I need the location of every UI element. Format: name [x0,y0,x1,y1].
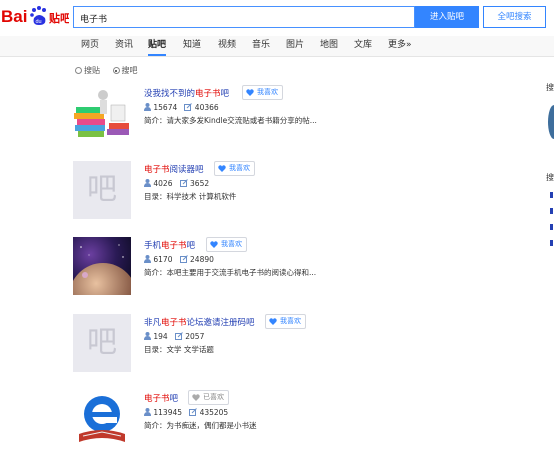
result-description: 简介：为书痴迷，偶们都是小书迷 [144,421,257,430]
like-button[interactable]: 我喜欢 [214,161,255,176]
post-icon [184,103,193,111]
post-count: 40366 [194,103,219,112]
heart-icon [218,165,226,172]
books-thumbnail[interactable] [73,85,131,143]
post-count: 435205 [199,408,229,417]
result-title-link[interactable]: 非凡电子书论坛邀请注册码吧 [144,316,255,328]
result-stats: 6170 24890 [144,255,214,264]
liked-button[interactable]: 已喜欢 [188,390,229,405]
result-item: 吧 电子书阅读器吧 我喜欢 4026 3652 目录：科学技术 计算机软件 [73,161,403,221]
result-description: 简介：本吧主要用于交流手机电子书的阅读心得和... [144,268,317,277]
placeholder-thumbnail[interactable]: 吧 [73,314,131,372]
tab-zhidao[interactable]: 知道 [183,36,201,56]
sidebar-link[interactable] [550,192,553,198]
member-count: 15674 [153,103,178,112]
search-box [73,6,415,30]
result-item: 吧 非凡电子书论坛邀请注册码吧 我喜欢 194 2057 目录：文学 文学话题 [73,314,403,374]
tab-map[interactable]: 地图 [320,36,338,56]
member-count: 4026 [153,179,173,188]
search-input[interactable] [74,10,406,30]
like-button[interactable]: 我喜欢 [242,85,283,100]
like-button[interactable]: 我喜欢 [265,314,306,329]
tab-news[interactable]: 资讯 [115,36,133,56]
post-icon [179,179,188,187]
radio-circle-icon [75,67,82,74]
result-stats: 113945 435205 [144,408,228,417]
category-nav: 网页 资讯 贴吧 知道 视频 音乐 图片 地图 文库 更多» [0,36,554,57]
heart-icon [192,394,200,401]
result-description: 简介：请大家多发Kindle交流贴或者书籍分享的帖... [144,116,317,125]
member-icon [144,179,151,187]
like-button[interactable]: 我喜欢 [206,237,247,252]
svg-text:du: du [36,19,42,25]
post-icon [179,255,188,263]
tab-music[interactable]: 音乐 [252,36,270,56]
sidebar-heading: 搜 [546,173,554,182]
result-item: 电子书吧 已喜欢 113945 435205 简介：为书痴迷，偶们都是小书迷 [73,390,403,450]
post-count: 24890 [190,255,214,264]
search-type-filter: 搜贴 搜吧 [75,65,138,76]
ebook-e-logo-thumbnail[interactable] [73,390,131,448]
all-tieba-search-button[interactable]: 全吧搜索 [483,6,546,28]
tab-web[interactable]: 网页 [81,36,99,56]
heart-icon [269,318,277,325]
svg-text:贴吧: 贴吧 [48,11,69,25]
space-thumbnail[interactable] [73,237,131,295]
sidebar-link[interactable] [550,224,553,230]
result-category: 目录：文学 文学话题 [144,345,214,354]
result-item: 手机电子书吧 我喜欢 6170 24890 简介：本吧主要用于交流手机电子书的阅… [73,237,403,297]
radio-label: 搜贴 [84,66,100,75]
result-stats: 15674 40366 [144,103,219,112]
member-count: 194 [153,332,168,341]
member-count: 113945 [153,408,183,417]
sidebar-avatar[interactable] [548,105,554,139]
post-count: 2057 [185,332,205,341]
post-icon [174,332,183,340]
placeholder-thumbnail[interactable]: 吧 [73,161,131,219]
sidebar-heading: 搜 [546,83,554,92]
sidebar-link[interactable] [550,240,553,246]
result-title-link[interactable]: 没我找不到的电子书吧 [144,87,229,99]
member-icon [144,103,151,111]
sidebar-link[interactable] [550,208,553,214]
radio-label: 搜吧 [121,66,138,75]
result-item: 没我找不到的电子书吧 我喜欢 15674 40366 简介：请大家多发Kindl… [73,85,403,145]
tab-more[interactable]: 更多» [388,36,412,56]
tab-tieba[interactable]: 贴吧 [148,36,167,56]
radio-search-bars[interactable]: 搜吧 [112,66,138,75]
heart-icon [210,241,218,248]
result-stats: 4026 3652 [144,179,209,188]
member-icon [144,408,151,416]
header: Bai du 贴吧 进入贴吧 全吧搜索 [0,0,554,34]
svg-text:Bai: Bai [1,7,27,26]
result-title-link[interactable]: 手机电子书吧 [144,239,195,251]
post-icon [189,408,198,416]
result-title-link[interactable]: 电子书吧 [144,392,178,404]
result-title-link[interactable]: 电子书阅读器吧 [144,163,204,175]
heart-icon [246,89,254,96]
tab-video[interactable]: 视频 [218,36,236,56]
member-count: 6170 [153,255,173,264]
radio-search-posts[interactable]: 搜贴 [75,66,100,75]
radio-selected-icon [112,67,120,74]
result-stats: 194 2057 [144,332,204,341]
result-category: 目录：科学技术 计算机软件 [144,192,237,201]
tab-wenku[interactable]: 文库 [354,36,372,56]
baidu-tieba-logo[interactable]: Bai du 贴吧 [1,4,69,28]
enter-tieba-button[interactable]: 进入贴吧 [415,6,479,28]
post-count: 3652 [190,179,210,188]
member-icon [144,255,151,263]
tab-images[interactable]: 图片 [286,36,304,56]
member-icon [144,332,151,340]
